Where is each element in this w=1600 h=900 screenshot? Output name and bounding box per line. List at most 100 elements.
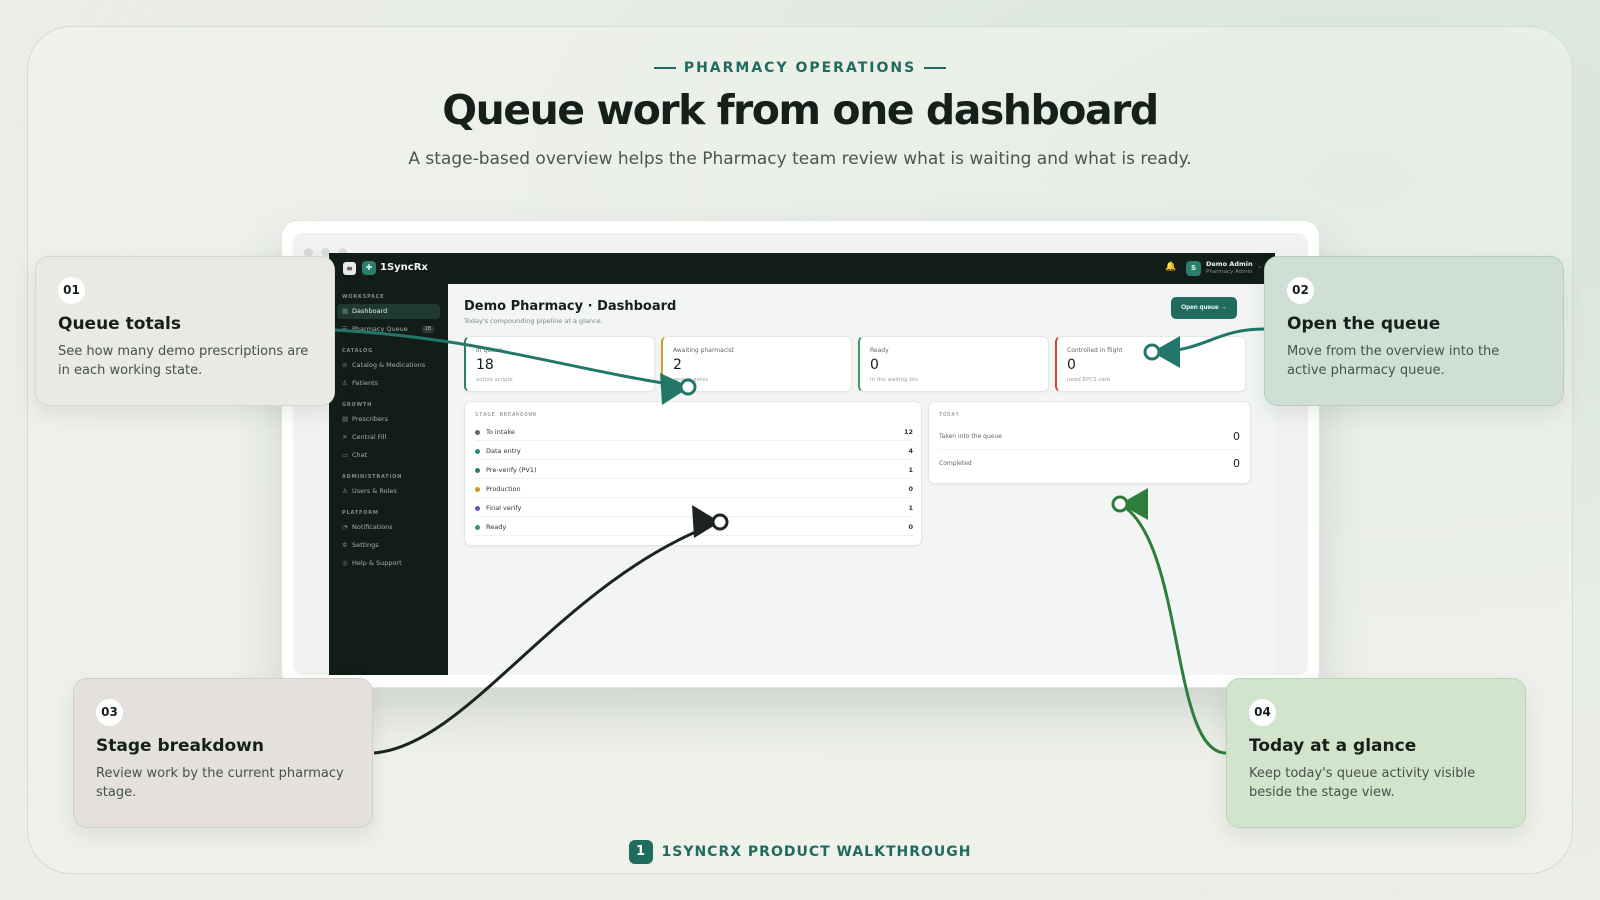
sidebar-item-label: Users & Roles xyxy=(352,487,397,495)
page-subtitle: A stage-based overview helps the Pharmac… xyxy=(408,149,1192,169)
stage-count: 0 xyxy=(908,523,913,531)
open-queue-button[interactable]: Open queue → xyxy=(1171,297,1237,319)
sidebar-item-help[interactable]: ◎ Help & Support xyxy=(337,556,440,571)
sidebar-section-title: GROWTH xyxy=(342,402,373,408)
sidebar-item-pharmacy-queue[interactable]: ☰ Pharmacy Queue 18 xyxy=(337,322,440,337)
today-label: Taken into the queue xyxy=(939,433,1002,440)
sidebar-item-label: Notifications xyxy=(352,523,393,531)
logo-icon: ✚ xyxy=(362,261,376,275)
stat-value: 18 xyxy=(476,357,494,373)
today-card: TODAY Taken into the queue 0 Completed 0 xyxy=(928,401,1251,484)
sidebar-item-label: Settings xyxy=(352,541,379,549)
stage-row[interactable]: Pre-verify (PV1) 1 xyxy=(475,461,913,479)
stat-note: active scripts xyxy=(476,377,513,383)
app-topbar: ≡ ✚ 1SyncRx 🔔 S Demo Admin Pharmacy Admi… xyxy=(329,253,1275,284)
sidebar-section-title: WORKSPACE xyxy=(342,294,385,300)
callout-number-badge: 01 xyxy=(58,277,85,304)
stage-dot xyxy=(475,486,480,492)
stage-dot xyxy=(475,448,480,454)
callout-body: See how many demo prescriptions are in e… xyxy=(58,344,309,378)
callout-title: Today at a glance xyxy=(1249,736,1417,756)
chevron-down-icon[interactable]: ⌄ xyxy=(1257,263,1262,270)
stage-count: 1 xyxy=(908,504,913,512)
stage-label: Data entry xyxy=(486,447,521,455)
notification-bell-icon[interactable]: 🔔 xyxy=(1165,262,1176,272)
callout-number-badge: 02 xyxy=(1287,277,1314,304)
callout-title: Stage breakdown xyxy=(96,736,264,756)
sidebar: WORKSPACE ▦ Dashboard ☰ Pharmacy Queue 18 C… xyxy=(329,284,448,675)
eyebrow-dash-right xyxy=(924,67,947,69)
sidebar-item-prescribers[interactable]: ▤ Prescribers xyxy=(337,412,440,427)
stage-count: 1 xyxy=(908,466,913,474)
stage-count: 12 xyxy=(903,428,913,436)
stage-label: To intake xyxy=(486,428,515,436)
sidebar-item-label: Chat xyxy=(352,451,368,459)
stat-card-ready[interactable]: Ready 0 in the waiting bin xyxy=(858,336,1049,392)
bell-icon: ◔ xyxy=(342,523,348,531)
stat-card-controlled[interactable]: Controlled in flight 0 need EPCS care xyxy=(1055,336,1246,392)
dashboard-main: Demo Pharmacy · Dashboard Today's compou… xyxy=(448,284,1275,675)
sidebar-section-title: PLATFORM xyxy=(342,510,379,516)
sidebar-item-dashboard[interactable]: ▦ Dashboard xyxy=(337,304,440,319)
stat-label: Ready xyxy=(870,347,889,354)
gear-icon: ✲ xyxy=(342,541,348,549)
stage-label: Ready xyxy=(486,523,507,531)
help-icon: ◎ xyxy=(342,559,348,567)
pill-icon: ⊘ xyxy=(342,361,348,369)
today-row: Completed 0 xyxy=(939,451,1240,477)
card-heading: TODAY xyxy=(939,412,960,418)
callout-body: Review work by the current pharmacy stag… xyxy=(96,766,344,800)
sidebar-toggle-icon[interactable]: ≡ xyxy=(343,262,356,275)
page-title: Queue work from one dashboard xyxy=(442,86,1159,134)
app-screen: ≡ ✚ 1SyncRx 🔔 S Demo Admin Pharmacy Admi… xyxy=(329,253,1275,675)
sidebar-item-label: Catalog & Medications xyxy=(352,361,426,369)
user-name: Demo Admin xyxy=(1206,260,1253,268)
sidebar-section-title: ADMINISTRATION xyxy=(342,474,403,480)
stage-dot xyxy=(475,505,480,511)
callout-queue-totals: 01 Queue totals See how many demo prescr… xyxy=(35,256,335,406)
grid-icon: ▦ xyxy=(342,307,349,315)
browser-window: ≡ ✚ 1SyncRx 🔔 S Demo Admin Pharmacy Admi… xyxy=(281,220,1320,688)
today-value: 0 xyxy=(1233,457,1240,470)
sidebar-item-label: Patients xyxy=(352,379,379,387)
stage-dot xyxy=(475,524,480,530)
callout-body: Keep today's queue activity visible besi… xyxy=(1249,766,1476,800)
sidebar-item-notifications[interactable]: ◔ Notifications xyxy=(337,520,440,535)
stage-row[interactable]: Ready 0 xyxy=(475,518,913,536)
sidebar-item-settings[interactable]: ✲ Settings xyxy=(337,538,440,553)
callout-open-queue: 02 Open the queue Move from the overview… xyxy=(1264,256,1564,406)
stage-row[interactable]: Final verify 1 xyxy=(475,499,913,517)
sidebar-item-central-fill[interactable]: ✕ Central Fill xyxy=(337,430,440,445)
sidebar-item-label: Prescribers xyxy=(352,415,388,423)
stat-note: review gates xyxy=(673,377,709,383)
stage-dot xyxy=(475,467,480,473)
eyebrow-text: PHARMACY OPERATIONS xyxy=(683,60,917,76)
queue-count-badge: 18 xyxy=(421,326,434,333)
stage-row[interactable]: To intake 12 xyxy=(475,423,913,441)
sidebar-item-label: Pharmacy Queue xyxy=(352,325,408,333)
stat-label: Controlled in flight xyxy=(1067,347,1123,354)
card-heading: STAGE BREAKDOWN xyxy=(475,412,537,418)
list-icon: ☰ xyxy=(342,325,348,333)
callout-title: Open the queue xyxy=(1287,314,1441,334)
walkthrough-footer: 1 1SYNCRX PRODUCT WALKTHROUGH xyxy=(0,840,1600,864)
chat-icon: ▭ xyxy=(342,451,349,459)
sidebar-item-patients[interactable]: ♙ Patients xyxy=(337,376,440,391)
callout-stage-breakdown: 03 Stage breakdown Review work by the cu… xyxy=(73,678,373,828)
eyebrow-dash-left xyxy=(653,67,676,69)
dashboard-title: Demo Pharmacy · Dashboard xyxy=(464,299,677,314)
callout-number-badge: 03 xyxy=(96,699,123,726)
stage-row[interactable]: Data entry 4 xyxy=(475,442,913,460)
stage-count: 0 xyxy=(908,485,913,493)
avatar[interactable]: S xyxy=(1186,261,1201,276)
callout-body: Move from the overview into the active p… xyxy=(1287,344,1500,378)
stat-card-awaiting-pharmacist[interactable]: Awaiting pharmacist 2 review gates xyxy=(661,336,852,392)
sidebar-item-catalog[interactable]: ⊘ Catalog & Medications xyxy=(337,358,440,373)
sidebar-item-label: Dashboard xyxy=(352,307,388,315)
stat-card-in-queue[interactable]: In queue 18 active scripts xyxy=(464,336,655,392)
stage-row[interactable]: Production 0 xyxy=(475,480,913,498)
sidebar-item-users-roles[interactable]: ♙ Users & Roles xyxy=(337,484,440,499)
sidebar-item-chat[interactable]: ▭ Chat xyxy=(337,448,440,463)
callout-title: Queue totals xyxy=(58,314,181,334)
today-label: Completed xyxy=(939,460,972,467)
